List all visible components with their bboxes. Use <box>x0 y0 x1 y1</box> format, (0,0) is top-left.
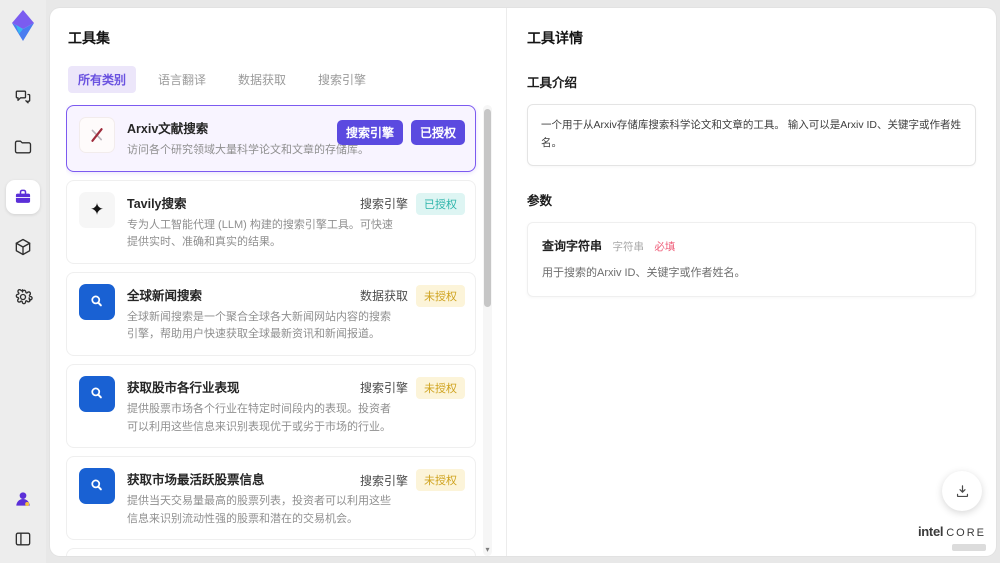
scroll-down-arrow[interactable]: ▾ <box>483 545 492 555</box>
intro-heading: 工具介绍 <box>527 76 578 90</box>
tool-card-list: Arxiv文献搜索 访问各个研究领域大量科学论文和文章的存储库。 搜索引擎 已授… <box>66 105 492 556</box>
news-search-icon <box>79 283 115 320</box>
category-tag: 搜索引擎 <box>359 473 408 488</box>
parameter-name: 查询字符串 <box>542 238 603 253</box>
category-tab[interactable]: 搜索引擎 <box>308 66 376 93</box>
tool-intro-text: 一个用于从Arxiv存储库搜索科学论文和文章的工具。 输入可以是Arxiv ID… <box>527 104 976 166</box>
chat-icon <box>15 90 31 104</box>
sidebar-item-packages[interactable] <box>6 230 40 264</box>
sidebar <box>0 0 46 563</box>
sidebar-item-settings[interactable] <box>6 280 40 314</box>
arxiv-icon <box>79 117 115 153</box>
news-search-icon <box>79 375 115 412</box>
tool-tags: 搜索引擎 已授权 <box>336 120 465 145</box>
auth-status-badge: 已授权 <box>410 120 465 145</box>
core-wordmark: CORE <box>946 527 986 539</box>
tool-tags: 搜索引擎 已授权 <box>359 192 465 215</box>
news-search-icon <box>79 468 115 505</box>
tool-card[interactable]: 获取市场最活跃股票信息 提供当天交易量最高的股票列表，投资者可以利用这些信息来识… <box>66 456 476 541</box>
tool-card[interactable]: 万维地区新闻查询 查询具体行政区划内的新闻，快速了解各地新闻动 搜索引擎 未授权 <box>66 548 476 556</box>
tool-description: 提供股票市场各个行业在特定时间段内的表现。投资者可以利用这些信息来识别表现优于或… <box>127 402 391 433</box>
panel-icon <box>15 532 31 546</box>
category-tab[interactable]: 语言翻译 <box>148 66 216 93</box>
intel-core-logo: intel CORE <box>918 524 986 551</box>
briefcase-icon <box>15 189 31 203</box>
tool-card[interactable]: 全球新闻搜索 全球新闻搜索是一个聚合全球各大新闻网站内容的搜索引擎，帮助用户快速… <box>66 271 476 356</box>
main-panel: 工具集 所有类别 语言翻译 数据获取 搜索引擎 Arxiv文献搜索 访问各个研究领域大… <box>50 8 996 556</box>
detail-title: 工具详情 <box>527 30 583 46</box>
page-title: 工具集 <box>68 30 110 46</box>
parameter-type: 字符串 <box>612 240 644 253</box>
download-icon <box>956 484 968 497</box>
sidebar-item-files[interactable] <box>6 130 40 164</box>
gear-icon <box>15 289 33 305</box>
auth-status-badge: 未授权 <box>416 469 465 492</box>
tool-card[interactable]: 获取股市各行业表现 提供股票市场各个行业在特定时间段内的表现。投资者可以利用这些… <box>66 363 476 449</box>
required-badge: 必填 <box>654 240 676 253</box>
category-tag: 搜索引擎 <box>359 197 408 212</box>
tavily-icon: ✦ <box>79 191 115 228</box>
category-tag: 搜索引擎 <box>359 381 408 396</box>
sidebar-item-panel-toggle[interactable] <box>9 525 37 553</box>
auth-status-badge: 已授权 <box>416 192 465 215</box>
tool-list-panel: 工具集 所有类别 语言翻译 数据获取 搜索引擎 Arxiv文献搜索 访问各个研究领域大… <box>50 8 506 556</box>
category-tab[interactable]: 数据获取 <box>228 66 296 93</box>
category-tab-label: 数据获取 <box>238 73 287 87</box>
cube-icon <box>15 238 31 256</box>
category-tabs: 所有类别 语言翻译 数据获取 搜索引擎 <box>66 66 492 93</box>
tool-tags: 搜索引擎 未授权 <box>359 376 465 399</box>
tool-description: 全球新闻搜索是一个聚合全球各大新闻网站内容的搜索引擎，帮助用户快速获取全球最新资… <box>127 310 391 341</box>
sidebar-nav <box>6 80 40 314</box>
parameter-header: 查询字符串 字符串 必填 <box>542 237 961 255</box>
intel-sub-badge <box>952 544 986 551</box>
auth-status-badge: 未授权 <box>416 284 465 307</box>
scrollbar[interactable]: ▾ <box>483 105 492 556</box>
sidebar-item-tools[interactable] <box>6 180 40 214</box>
sidebar-bottom <box>9 485 37 553</box>
category-tag: 数据获取 <box>359 289 408 304</box>
sidebar-item-chat[interactable] <box>6 80 40 114</box>
parameter-card: 查询字符串 字符串 必填 用于搜索的Arxiv ID、关键字或作者姓名。 <box>527 221 976 297</box>
params-heading: 参数 <box>527 193 553 208</box>
category-tab-label: 所有类别 <box>78 73 127 87</box>
category-tab-label: 搜索引擎 <box>318 73 367 87</box>
intel-wordmark: intel <box>917 524 944 539</box>
auth-status-badge: 未授权 <box>416 376 465 399</box>
tool-description: 专为人工智能代理 (LLM) 构建的搜索引擎工具。可快速提供实时、准确和真实的结… <box>127 218 393 249</box>
download-button[interactable] <box>942 471 982 511</box>
tool-description: 提供当天交易量最高的股票列表，投资者可以利用这些信息来识别流动性强的股票和潜在的… <box>127 495 391 525</box>
sidebar-item-profile[interactable] <box>9 485 37 513</box>
tool-detail-panel: 工具详情 工具介绍 一个用于从Arxiv存储库搜索科学论文和文章的工具。 输入可… <box>506 8 996 556</box>
category-tab[interactable]: 所有类别 <box>68 66 137 93</box>
folder-icon <box>14 140 32 154</box>
tool-card[interactable]: Arxiv文献搜索 访问各个研究领域大量科学论文和文章的存储库。 搜索引擎 已授… <box>66 105 476 172</box>
category-tag: 搜索引擎 <box>336 120 403 145</box>
tool-tags: 搜索引擎 未授权 <box>359 469 465 492</box>
parameter-description: 用于搜索的Arxiv ID、关键字或作者姓名。 <box>542 266 746 279</box>
scrollbar-thumb[interactable] <box>484 109 491 308</box>
tool-tags: 数据获取 未授权 <box>359 284 465 307</box>
category-tab-label: 语言翻译 <box>158 73 207 87</box>
app-logo-icon <box>7 8 39 44</box>
tool-card[interactable]: ✦ Tavily搜索 专为人工智能代理 (LLM) 构建的搜索引擎工具。可快速提… <box>66 179 476 264</box>
user-icon <box>16 492 30 506</box>
